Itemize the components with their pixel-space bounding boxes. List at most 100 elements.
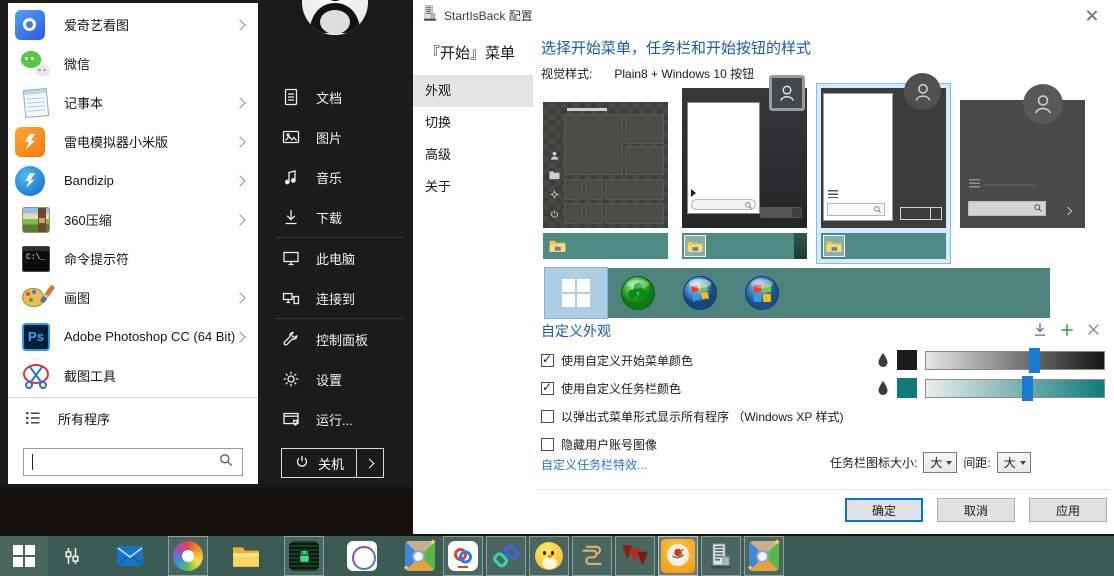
download-style-icon[interactable] xyxy=(1033,322,1047,342)
place-item-control-panel[interactable]: 控制面板 xyxy=(258,319,413,359)
checkbox-icon[interactable] xyxy=(541,438,554,451)
start-button-windowsxp-orb[interactable] xyxy=(731,268,793,318)
taskbar-color-swatch[interactable] xyxy=(897,378,917,398)
taskbar-item-explorer[interactable] xyxy=(226,536,266,576)
file-explorer-icon xyxy=(232,545,260,568)
checkbox-icon[interactable] xyxy=(541,354,554,367)
start-app-item[interactable]: 截图工具 xyxy=(8,356,258,395)
preview-menu-flat xyxy=(960,100,1085,228)
taskbar-item-game-stars-2[interactable]: ★★ xyxy=(744,536,784,576)
taskbar-start-button[interactable] xyxy=(0,536,48,576)
taskbar-item-circle-app[interactable] xyxy=(342,536,382,576)
start-app-item[interactable]: 爱奇艺看图 xyxy=(8,5,258,44)
start-menu-right-panel: 文档图片音乐下载此电脑连接到控制面板设置运行... 关机 xyxy=(258,0,413,487)
taskbar-color-track[interactable] xyxy=(925,379,1105,398)
taskbar-item-mail[interactable] xyxy=(110,536,150,576)
taskbar-item-chick-game[interactable] xyxy=(529,536,569,576)
taskbar-item-red-w-app[interactable] xyxy=(615,536,655,576)
start-button-windows7-orb[interactable] xyxy=(669,268,731,318)
place-item-picture[interactable]: 图片 xyxy=(258,117,413,157)
cancel-button[interactable]: 取消 xyxy=(937,498,1015,522)
taskbar-item-bs-app[interactable] xyxy=(572,536,612,576)
checkbox-icon[interactable] xyxy=(541,410,554,423)
start-button-clover[interactable] xyxy=(607,268,669,318)
place-item-run[interactable]: 运行... xyxy=(258,399,413,439)
style-preview-windows10[interactable] xyxy=(539,84,672,263)
style-preview-flat[interactable] xyxy=(956,84,1089,263)
taskbar-fx-link[interactable]: 自定义任务栏特效... xyxy=(541,456,647,473)
place-item-music[interactable]: 音乐 xyxy=(258,157,413,197)
start-app-item[interactable]: 画图 xyxy=(8,278,258,317)
start-button-windows10[interactable] xyxy=(545,268,607,318)
taskbar-item-link-tool[interactable] xyxy=(486,536,526,576)
dialog-close-button[interactable] xyxy=(1069,0,1114,30)
start-app-item[interactable]: 记事本 xyxy=(8,83,258,122)
dialog-tab[interactable]: 切换 xyxy=(413,107,533,139)
start-app-item[interactable]: C:\_命令提示符 xyxy=(8,239,258,278)
menu-color-swatch[interactable] xyxy=(897,350,917,370)
place-item-computer[interactable]: 此电脑 xyxy=(258,238,413,278)
person-icon xyxy=(549,150,560,161)
windows10-logo-icon xyxy=(562,279,590,307)
icon-size-dropdown[interactable]: 大 xyxy=(923,452,957,473)
slider-handle[interactable] xyxy=(1022,376,1033,401)
dialog-tab[interactable]: 关于 xyxy=(413,171,533,203)
place-item-download[interactable]: 下载 xyxy=(258,197,413,237)
search-box[interactable] xyxy=(23,448,243,476)
taskbar-item-android-emulator[interactable] xyxy=(284,536,324,576)
shutdown-options-arrow[interactable] xyxy=(357,449,383,477)
app-label: 画图 xyxy=(64,288,236,307)
add-style-icon[interactable] xyxy=(1060,323,1074,342)
document-icon xyxy=(281,87,301,107)
place-item-settings[interactable]: 设置 xyxy=(258,359,413,399)
user-picture-round xyxy=(904,73,941,110)
option-hide-user-picture[interactable]: 隐藏用户账号图像 xyxy=(541,430,843,458)
taskbar-item-game-stars[interactable]: ★★ xyxy=(400,536,440,576)
taskbar-item-netdisk[interactable] xyxy=(443,536,483,576)
option-custom-taskbar-color[interactable]: 使用自定义任务栏颜色 xyxy=(541,374,843,402)
slider-handle[interactable] xyxy=(1029,348,1040,373)
remove-style-icon[interactable] xyxy=(1087,323,1100,341)
folder-icon xyxy=(684,235,706,257)
option-custom-start-menu-color[interactable]: 使用自定义开始菜单颜色 xyxy=(541,346,843,374)
menu-color-track[interactable] xyxy=(925,351,1105,370)
notepad-icon xyxy=(21,88,51,118)
search-input[interactable] xyxy=(35,455,218,470)
submenu-chevron-icon xyxy=(234,331,245,342)
all-programs-item[interactable]: 所有程序 xyxy=(8,398,258,438)
ok-button[interactable]: 确定 xyxy=(845,498,923,522)
style-preview-windows7[interactable] xyxy=(678,84,811,263)
style-preview-plain8[interactable] xyxy=(817,84,950,263)
start-app-item[interactable]: 雷电模拟器小米版 xyxy=(8,122,258,161)
apply-button[interactable]: 应用 xyxy=(1029,498,1107,522)
dialog-titlebar[interactable]: StartIsBack 配置 xyxy=(413,0,1114,30)
place-item-connect[interactable]: 连接到 xyxy=(258,278,413,318)
orange-circle-logo-icon xyxy=(661,539,695,573)
custom-appearance-header: 自定义外观 xyxy=(541,321,611,341)
user-avatar[interactable] xyxy=(302,0,368,35)
taskbar-item-startisback-app[interactable] xyxy=(701,536,741,576)
droplet-icon xyxy=(877,352,889,368)
start-app-item[interactable]: Bandizip xyxy=(8,161,258,200)
taskbar-item-orange-logo-app[interactable] xyxy=(658,536,698,576)
dialog-tab[interactable]: 高级 xyxy=(413,139,533,171)
checkbox-icon[interactable] xyxy=(541,382,554,395)
shutdown-main[interactable]: 关机 xyxy=(282,449,356,477)
dialog-tab[interactable]: 外观 xyxy=(413,75,533,107)
connect-icon xyxy=(281,288,301,308)
start-app-item[interactable]: 微信 xyxy=(8,44,258,83)
bs-logo-icon xyxy=(579,543,605,569)
place-item-document[interactable]: 文档 xyxy=(258,77,413,117)
folder-icon xyxy=(823,235,845,257)
option-popup-all-programs[interactable]: 以弹出式菜单形式显示所有程序 （Windows XP 样式) xyxy=(541,402,843,430)
taskbar-item-task-view[interactable] xyxy=(52,536,92,576)
taskbar-item-browser-360[interactable] xyxy=(168,536,208,576)
game-telescope-icon: ★★ xyxy=(749,541,779,571)
search-area xyxy=(8,441,258,484)
droplet-icon xyxy=(877,380,889,396)
shutdown-button[interactable]: 关机 xyxy=(281,448,384,478)
start-app-item[interactable]: 360压缩 xyxy=(8,200,258,239)
folder-icon xyxy=(549,239,566,253)
start-app-item[interactable]: PsAdobe Photoshop CC (64 Bit) xyxy=(8,317,258,356)
spacing-dropdown[interactable]: 大 xyxy=(997,452,1031,473)
